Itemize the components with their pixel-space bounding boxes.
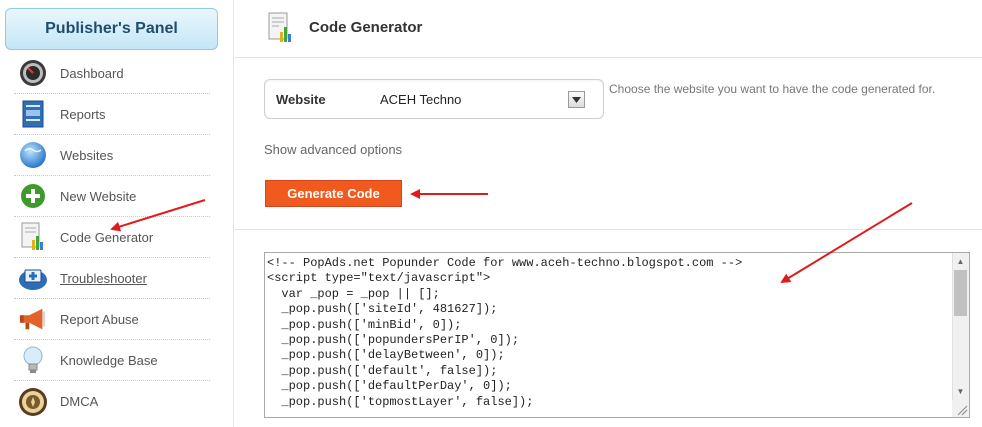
sidebar-item-label: Troubleshooter xyxy=(60,270,147,286)
sidebar-item-websites[interactable]: Websites xyxy=(14,135,210,176)
website-select[interactable]: Website ACEH Techno xyxy=(264,79,604,119)
page-title: Code Generator xyxy=(309,19,423,36)
code-textarea[interactable]: <!-- PopAds.net Popunder Code for www.ac… xyxy=(264,252,970,418)
sidebar-item-label: Knowledge Base xyxy=(60,352,158,368)
scroll-up-icon[interactable]: ▲ xyxy=(952,253,969,269)
website-select-value: ACEH Techno xyxy=(380,92,462,107)
dashboard-icon xyxy=(18,58,48,88)
chevron-down-icon[interactable] xyxy=(568,91,585,108)
sidebar: Publisher's Panel Dashboard Reports Webs… xyxy=(0,0,234,427)
plus-icon xyxy=(18,181,48,211)
section-divider xyxy=(235,229,982,230)
sidebar-item-troubleshooter[interactable]: Troubleshooter xyxy=(14,258,210,299)
sidebar-item-reports[interactable]: Reports xyxy=(14,94,210,135)
sidebar-item-label: New Website xyxy=(60,188,137,204)
code-line: <script type="text/javascript"> xyxy=(267,271,491,286)
sidebar-item-label: Websites xyxy=(60,147,114,163)
chart-document-icon xyxy=(267,12,295,44)
sidebar-item-dashboard[interactable]: Dashboard xyxy=(14,53,210,94)
monitor-plus-icon xyxy=(18,263,48,293)
show-advanced-options-link[interactable]: Show advanced options xyxy=(264,142,402,157)
chart-document-icon xyxy=(18,222,48,252)
sidebar-item-label: Reports xyxy=(60,106,106,122)
seal-icon xyxy=(18,387,48,417)
vertical-scrollbar[interactable]: ▲ ▼ xyxy=(952,253,969,417)
sidebar-item-label: Report Abuse xyxy=(60,311,139,327)
code-line: _pop.push(['minBid', 0]); xyxy=(267,317,462,332)
sidebar-item-dmca[interactable]: DMCA xyxy=(14,381,210,422)
scroll-down-icon[interactable]: ▼ xyxy=(952,383,969,399)
sidebar-item-report-abuse[interactable]: Report Abuse xyxy=(14,299,210,340)
code-line: _pop.push(['popundersPerIP', 0]); xyxy=(267,333,520,348)
megaphone-icon xyxy=(18,304,48,334)
code-line: _pop.push(['topmostLayer', false]); xyxy=(267,394,534,409)
code-line: _pop.push(['siteId', 481627]); xyxy=(267,302,498,317)
reports-icon xyxy=(18,99,48,129)
code-line: _pop.push(['defaultPerDay', 0]); xyxy=(267,379,512,394)
publishers-panel-header[interactable]: Publisher's Panel xyxy=(5,8,218,50)
code-line: var _pop = _pop || []; xyxy=(267,286,440,301)
code-line: _pop.push(['default', false]); xyxy=(267,363,498,378)
generate-code-button[interactable]: Generate Code xyxy=(265,180,402,207)
sidebar-item-label: Code Generator xyxy=(60,229,154,245)
resize-grip-icon[interactable] xyxy=(952,400,969,417)
sidebar-item-code-generator[interactable]: Code Generator xyxy=(14,217,210,258)
sidebar-nav: Dashboard Reports Websites New Website C… xyxy=(14,53,210,422)
sidebar-item-label: Dashboard xyxy=(60,65,124,81)
scrollbar-thumb[interactable] xyxy=(954,270,967,316)
main-content: Code Generator Website ACEH Techno Choos… xyxy=(235,0,982,427)
code-content: <!-- PopAds.net Popunder Code for www.ac… xyxy=(267,256,947,410)
code-line: _pop.push(['delayBetween', 0]); xyxy=(267,348,505,363)
page-header: Code Generator xyxy=(235,0,982,58)
globe-icon xyxy=(18,140,48,170)
website-select-label: Website xyxy=(276,92,326,107)
lightbulb-icon xyxy=(18,345,48,375)
sidebar-item-label: DMCA xyxy=(60,394,99,409)
sidebar-item-knowledge-base[interactable]: Knowledge Base xyxy=(14,340,210,381)
code-line: <!-- PopAds.net Popunder Code for www.ac… xyxy=(267,256,743,270)
website-select-hint: Choose the website you want to have the … xyxy=(609,82,936,96)
sidebar-item-new-website[interactable]: New Website xyxy=(14,176,210,217)
